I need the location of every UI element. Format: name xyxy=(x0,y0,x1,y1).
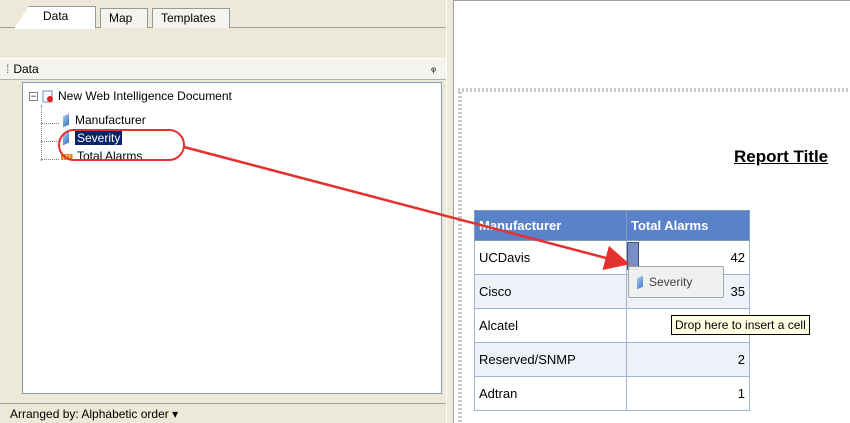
drag-chip[interactable]: Severity xyxy=(628,266,724,298)
table-row: Reserved/SNMP 2 xyxy=(474,342,750,377)
tree-connector xyxy=(41,105,42,161)
table-cell[interactable]: Reserved/SNMP xyxy=(474,342,627,377)
grip-icon[interactable]: ⁞ xyxy=(6,62,9,76)
tree-connector xyxy=(41,123,59,124)
highlight-circle xyxy=(58,129,185,161)
page-edge xyxy=(458,92,462,423)
tree-connector xyxy=(41,159,59,160)
table-row: Adtran 1 xyxy=(474,376,750,411)
tab-strip: Data Map Templates xyxy=(0,0,452,29)
tab-data[interactable]: Data xyxy=(14,6,96,29)
table-cell[interactable]: Alcatel xyxy=(474,308,627,343)
tree-connector xyxy=(41,141,59,142)
tab-map[interactable]: Map xyxy=(100,8,148,28)
tree-item-label: Manufacturer xyxy=(75,113,146,127)
tab-templates[interactable]: Templates xyxy=(152,8,230,28)
column-header-manufacturer[interactable]: Manufacturer xyxy=(474,210,627,241)
table-header-row: Manufacturer Total Alarms xyxy=(474,210,750,241)
table-cell[interactable]: Cisco xyxy=(474,274,627,309)
drag-chip-label: Severity xyxy=(649,275,693,289)
table-cell[interactable]: 1 xyxy=(626,376,750,411)
dimension-icon xyxy=(63,113,69,128)
tree-root[interactable]: New Web Intelligence Document xyxy=(41,89,232,106)
tree-item-manufacturer[interactable]: Manufacturer xyxy=(63,113,146,130)
table-cell[interactable]: Adtran xyxy=(474,376,627,411)
data-panel-header: ⁞ Data ᵩ xyxy=(0,58,446,80)
report-title[interactable]: Report Title xyxy=(734,147,828,167)
arranged-by-dropdown[interactable]: Arranged by: Alphabetic order ▾ xyxy=(0,403,446,423)
panel-splitter[interactable] xyxy=(446,0,454,423)
dimension-icon xyxy=(637,275,643,290)
collapse-icon[interactable]: − xyxy=(29,92,38,101)
page-edge xyxy=(458,88,850,92)
tree-root-label: New Web Intelligence Document xyxy=(58,89,232,103)
report-table[interactable]: Manufacturer Total Alarms UCDavis 42 Cis… xyxy=(474,210,750,411)
table-cell[interactable]: UCDavis xyxy=(474,240,627,275)
drop-tooltip: Drop here to insert a cell xyxy=(671,315,810,335)
pin-icon[interactable]: ᵩ xyxy=(431,62,436,74)
column-header-total-alarms[interactable]: Total Alarms xyxy=(626,210,750,241)
data-panel-title: Data xyxy=(13,62,39,76)
arranged-by-label: Arranged by: Alphabetic order ▾ xyxy=(10,407,179,421)
app-window: Data Map Templates ⁞ Data ᵩ − New Web Int… xyxy=(0,0,850,423)
left-panel: Data Map Templates ⁞ Data ᵩ − New Web Int… xyxy=(0,0,452,423)
table-cell[interactable]: 2 xyxy=(626,342,750,377)
document-icon xyxy=(42,90,53,103)
